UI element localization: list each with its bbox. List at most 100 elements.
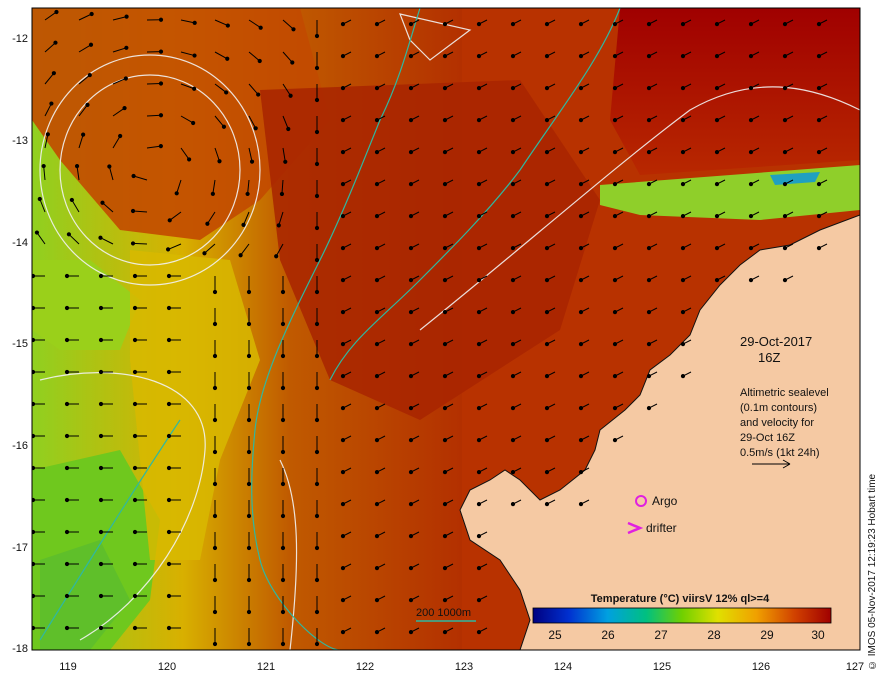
velocity-arrowhead <box>476 565 482 571</box>
velocity-arrowhead <box>544 309 550 315</box>
velocity-arrowhead <box>64 305 70 311</box>
velocity-arrowhead <box>212 609 218 615</box>
velocity-arrowhead <box>612 437 618 443</box>
velocity-arrowhead <box>612 341 618 347</box>
velocity-arrowhead <box>816 85 822 91</box>
velocity-arrowhead <box>408 597 414 603</box>
drifter-label: drifter <box>646 521 677 535</box>
velocity-arrowhead <box>442 21 448 27</box>
velocity-arrowhead <box>544 437 550 443</box>
velocity-arrowhead <box>217 159 222 164</box>
lon-tick: 124 <box>554 661 572 673</box>
velocity-arrowhead <box>408 437 414 443</box>
velocity-arrowhead <box>314 97 320 103</box>
velocity-arrowhead <box>340 309 346 315</box>
velocity-arrowhead <box>442 533 448 539</box>
velocity-arrowhead <box>578 469 584 475</box>
velocity-arrowhead <box>314 161 320 167</box>
velocity-arrowhead <box>246 641 252 647</box>
velocity-arrowhead <box>314 449 320 455</box>
velocity-arrowhead <box>816 149 822 155</box>
lon-tick: 122 <box>356 661 374 673</box>
velocity-arrowhead <box>612 245 618 251</box>
velocity-arrowhead <box>510 341 516 347</box>
velocity-arrowhead <box>166 273 172 279</box>
velocity-arrowhead <box>64 433 70 439</box>
velocity-arrowhead <box>476 85 482 91</box>
colorbar-tick: 26 <box>601 628 615 642</box>
velocity-arrowhead <box>408 277 414 283</box>
velocity-arrowhead <box>374 21 380 27</box>
velocity-arrowhead <box>442 597 448 603</box>
lon-tick: 127 <box>846 661 864 673</box>
velocity-arrowhead <box>408 469 414 475</box>
velocity-arrowhead <box>782 245 788 251</box>
velocity-arrowhead <box>314 609 320 615</box>
velocity-arrowhead <box>408 501 414 507</box>
velocity-arrowhead <box>374 501 380 507</box>
velocity-arrowhead <box>578 53 584 59</box>
velocity-arrowhead <box>314 289 320 295</box>
velocity-arrowhead <box>442 213 448 219</box>
velocity-arrowhead <box>680 341 686 347</box>
velocity-arrowhead <box>280 545 286 551</box>
velocity-arrowhead <box>544 245 550 251</box>
velocity-arrowhead <box>187 157 192 162</box>
velocity-arrowhead <box>246 353 252 359</box>
velocity-arrowhead <box>280 513 286 519</box>
velocity-arrowhead <box>246 577 252 583</box>
velocity-arrowhead <box>612 405 618 411</box>
velocity-arrowhead <box>578 149 584 155</box>
velocity-arrowhead <box>224 90 229 95</box>
velocity-arrowhead <box>816 53 822 59</box>
velocity-arrowhead <box>544 501 550 507</box>
velocity-arrow <box>132 242 148 245</box>
velocity-arrowhead <box>166 369 172 375</box>
velocity-arrowhead <box>98 593 104 599</box>
velocity-arrowhead <box>408 629 414 635</box>
velocity-arrowhead <box>132 529 138 535</box>
velocity-arrowhead <box>578 85 584 91</box>
velocity-arrowhead <box>612 85 618 91</box>
velocity-arrowhead <box>340 21 346 27</box>
velocity-arrowhead <box>314 353 320 359</box>
velocity-arrowhead <box>374 533 380 539</box>
velocity-arrowhead <box>714 245 720 251</box>
velocity-arrowhead <box>54 9 59 15</box>
velocity-arrowhead <box>45 132 50 137</box>
velocity-arrowhead <box>544 85 550 91</box>
velocity-arrowhead <box>748 181 754 187</box>
lon-tick: 121 <box>257 661 275 673</box>
velocity-arrowhead <box>374 309 380 315</box>
lon-axis: 119 120 121 122 123 124 125 126 127 <box>59 661 864 673</box>
velocity-arrowhead <box>132 369 138 375</box>
colorbar <box>532 607 832 624</box>
velocity-arrowhead <box>225 23 230 28</box>
velocity-arrowhead <box>205 221 210 226</box>
velocity-arrowhead <box>442 117 448 123</box>
velocity-arrowhead <box>280 417 286 423</box>
velocity-arrowhead <box>544 213 550 219</box>
velocity-arrowhead <box>165 247 171 252</box>
velocity-arrowhead <box>98 305 104 311</box>
velocity-arrowhead <box>476 309 482 315</box>
velocity-arrowhead <box>510 53 516 59</box>
velocity-arrowhead <box>238 253 243 258</box>
velocity-arrowhead <box>314 417 320 423</box>
velocity-arrowhead <box>646 341 652 347</box>
velocity-arrowhead <box>340 629 346 635</box>
velocity-arrowhead <box>64 561 70 567</box>
velocity-arrowhead <box>340 117 346 123</box>
velocity-arrowhead <box>212 481 218 487</box>
velocity-arrowhead <box>544 469 550 475</box>
velocity-arrowhead <box>166 529 172 535</box>
velocity-arrowhead <box>167 218 172 223</box>
velocity-arrowhead <box>374 181 380 187</box>
velocity-arrowhead <box>510 181 516 187</box>
velocity-arrowhead <box>816 21 822 27</box>
velocity-arrowhead <box>340 181 346 187</box>
velocity-arrowhead <box>280 609 286 615</box>
velocity-arrowhead <box>476 597 482 603</box>
colorbar-tick: 25 <box>548 628 562 642</box>
argo-label: Argo <box>652 494 678 508</box>
